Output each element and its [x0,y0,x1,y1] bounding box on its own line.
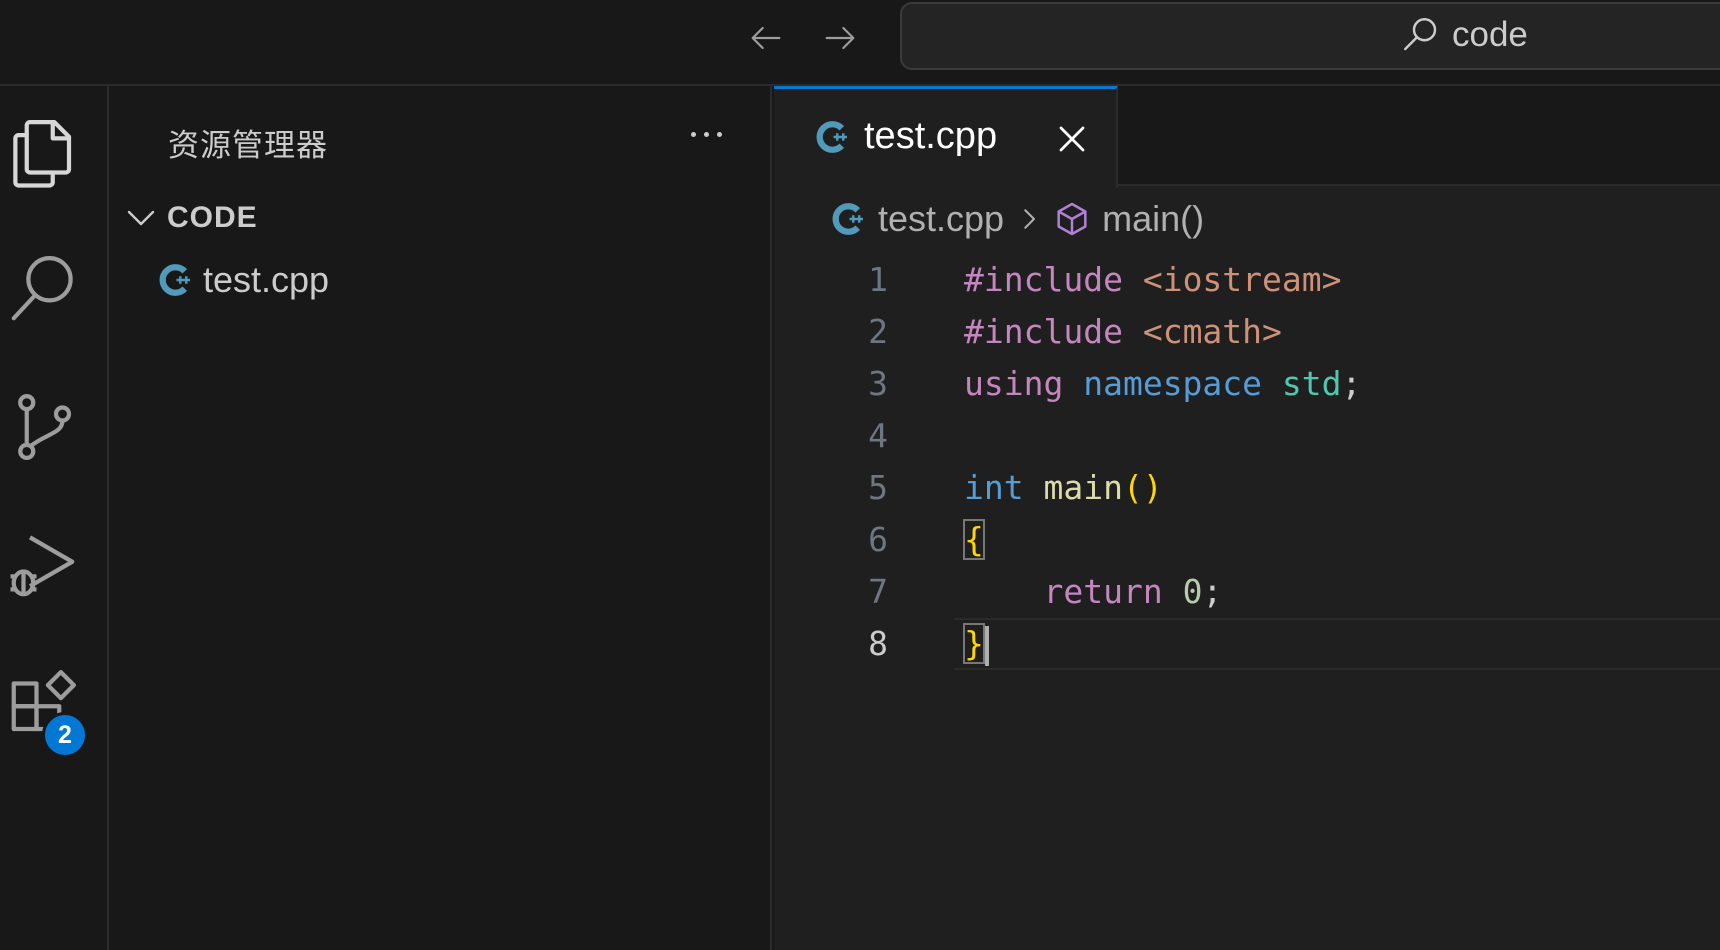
code-line: 1 #include <iostream> [774,254,1720,306]
command-center-text: code [1452,15,1528,54]
cpp-file-icon [816,121,847,153]
line-number: 3 [868,364,888,403]
ellipsis-icon [690,131,696,137]
explorer-activity-button[interactable] [4,114,82,192]
symbol-method-icon [1057,202,1087,236]
code-text: { [963,519,985,560]
code-text: using namespace std; [964,364,1362,403]
go-back-button[interactable] [740,14,792,62]
run-debug-activity-button[interactable] [4,526,82,604]
code-line: 6 { [774,514,1720,566]
code-text: return 0; [1043,572,1223,611]
line-number: 2 [868,312,888,351]
folder-name: CODE [167,201,258,234]
command-center-content: code [1400,14,1528,56]
code-line: 5 int main() [774,462,1720,514]
search-icon [11,256,73,321]
close-tab-button[interactable] [1050,117,1094,161]
line-number: 4 [868,416,888,455]
code-text: } [963,623,989,666]
chevron-right-icon [1024,209,1036,229]
close-icon [1059,126,1085,152]
file-item-test-cpp[interactable]: test.cpp [157,256,757,304]
line-number: 8 [868,624,888,663]
code-line-current: 8 } [774,618,1720,670]
extensions-badge: 2 [42,712,88,758]
vscode-window: code 2 资源管理器 CODE test.cpp test.cpp test… [0,0,1720,950]
go-forward-button[interactable] [814,14,866,62]
explorer-sidebar: 资源管理器 CODE test.cpp [111,86,772,950]
editor-area: test.cpp test.cpp main() 1 #include <ios… [774,86,1720,950]
title-bar: code [0,0,1720,86]
code-line: 7 return 0; [774,566,1720,618]
line-number: 6 [868,520,888,559]
matching-bracket: { [963,519,985,560]
file-name: test.cpp [203,259,330,300]
search-icon [1404,18,1437,51]
line-number: 5 [868,468,888,507]
source-control-activity-button[interactable] [4,388,82,466]
current-line-highlight [954,618,1720,670]
tab-test-cpp[interactable]: test.cpp [774,86,1118,188]
tab-label: test.cpp [864,115,998,157]
chevron-down-icon [127,210,155,226]
code-line: 3 using namespace std; [774,358,1720,410]
sidebar-title: 资源管理器 [168,128,328,163]
arrow-right-icon [825,26,855,50]
editor-tabs: test.cpp [774,86,1720,188]
line-number: 7 [868,572,888,611]
code-text: #include <cmath> [964,312,1282,351]
run-debug-icon [10,535,75,597]
arrow-left-icon [751,26,781,50]
cpp-file-icon [832,203,863,235]
code-line: 4 [774,410,1720,462]
matching-bracket: } [963,623,985,664]
search-activity-button[interactable] [4,250,82,328]
activity-bar: 2 [0,86,109,950]
breadcrumb-symbol[interactable]: main() [1102,198,1204,240]
folder-header-code[interactable]: CODE [121,196,761,240]
line-number: 1 [868,260,888,299]
breadcrumb: test.cpp main() [830,194,1204,244]
code-text: int main() [964,468,1163,507]
more-actions-button[interactable] [681,114,731,154]
code-line: 2 #include <cmath> [774,306,1720,358]
command-center-search[interactable]: code [900,2,1720,70]
explorer-icon [13,120,72,188]
source-control-icon [18,394,72,460]
cpp-file-icon [159,264,190,296]
text-cursor [984,625,989,666]
code-text: #include <iostream> [964,260,1342,299]
code-editor[interactable]: 1 #include <iostream> 2 #include <cmath>… [774,254,1720,670]
breadcrumb-file[interactable]: test.cpp [878,198,1004,240]
